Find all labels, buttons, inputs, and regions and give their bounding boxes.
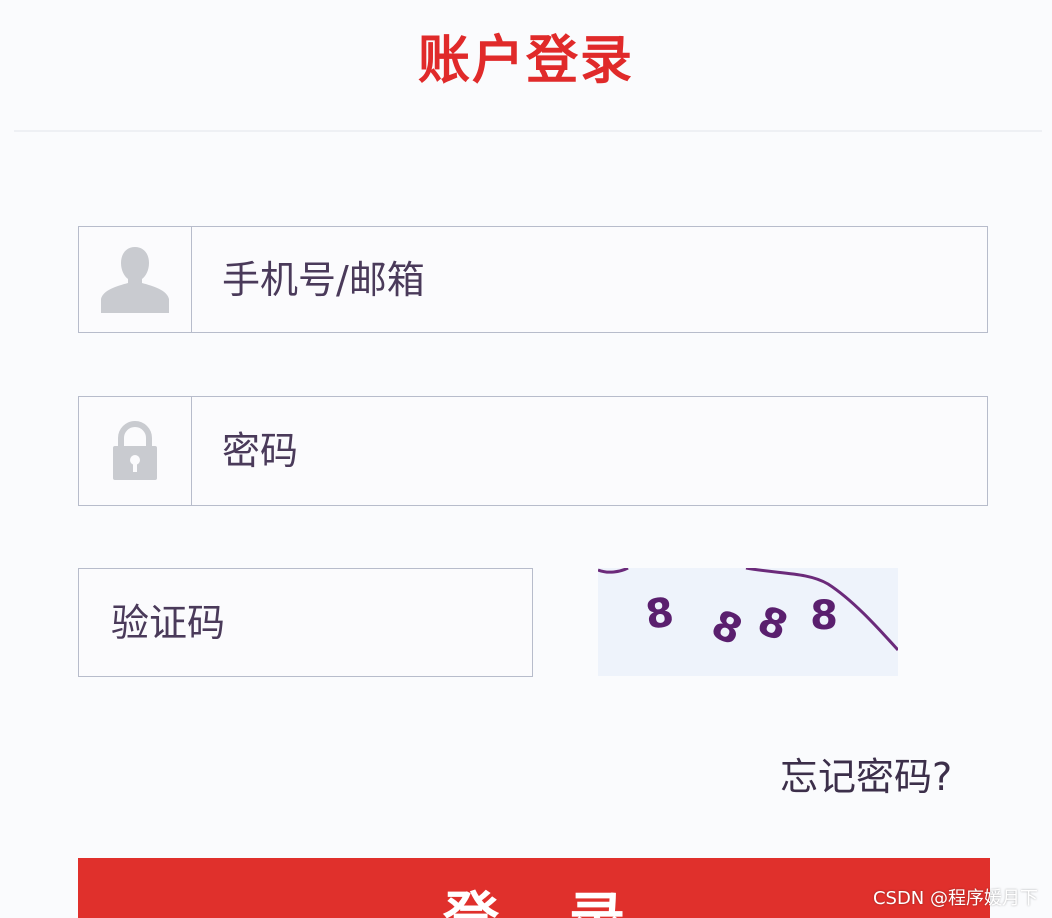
svg-text:8: 8	[705, 601, 749, 654]
svg-text:8: 8	[810, 593, 838, 639]
password-field	[78, 396, 988, 506]
captcha-char-1: 8	[643, 589, 677, 638]
login-button[interactable]: 登录	[78, 858, 990, 918]
login-page: 账户登录 8	[0, 0, 1052, 918]
svg-text:8: 8	[752, 598, 794, 651]
captcha-image[interactable]: 8 8 8 8	[597, 566, 900, 676]
captcha-field	[78, 568, 533, 677]
svg-text:8: 8	[643, 589, 677, 638]
captcha-char-3: 8	[752, 598, 794, 651]
forgot-password-link[interactable]: 忘记密码?	[780, 746, 952, 801]
page-title: 账户登录	[417, 31, 634, 91]
username-field	[78, 226, 988, 333]
lock-icon	[79, 397, 192, 505]
captcha-char-4: 8	[810, 593, 838, 639]
watermark: CSDN @程序媛月下	[872, 888, 1038, 909]
captcha-char-2: 8	[705, 601, 749, 654]
username-input[interactable]	[192, 227, 987, 332]
user-icon	[79, 227, 192, 332]
title-divider	[14, 130, 1042, 132]
captcha-input[interactable]	[79, 569, 532, 676]
password-input[interactable]	[192, 397, 987, 505]
